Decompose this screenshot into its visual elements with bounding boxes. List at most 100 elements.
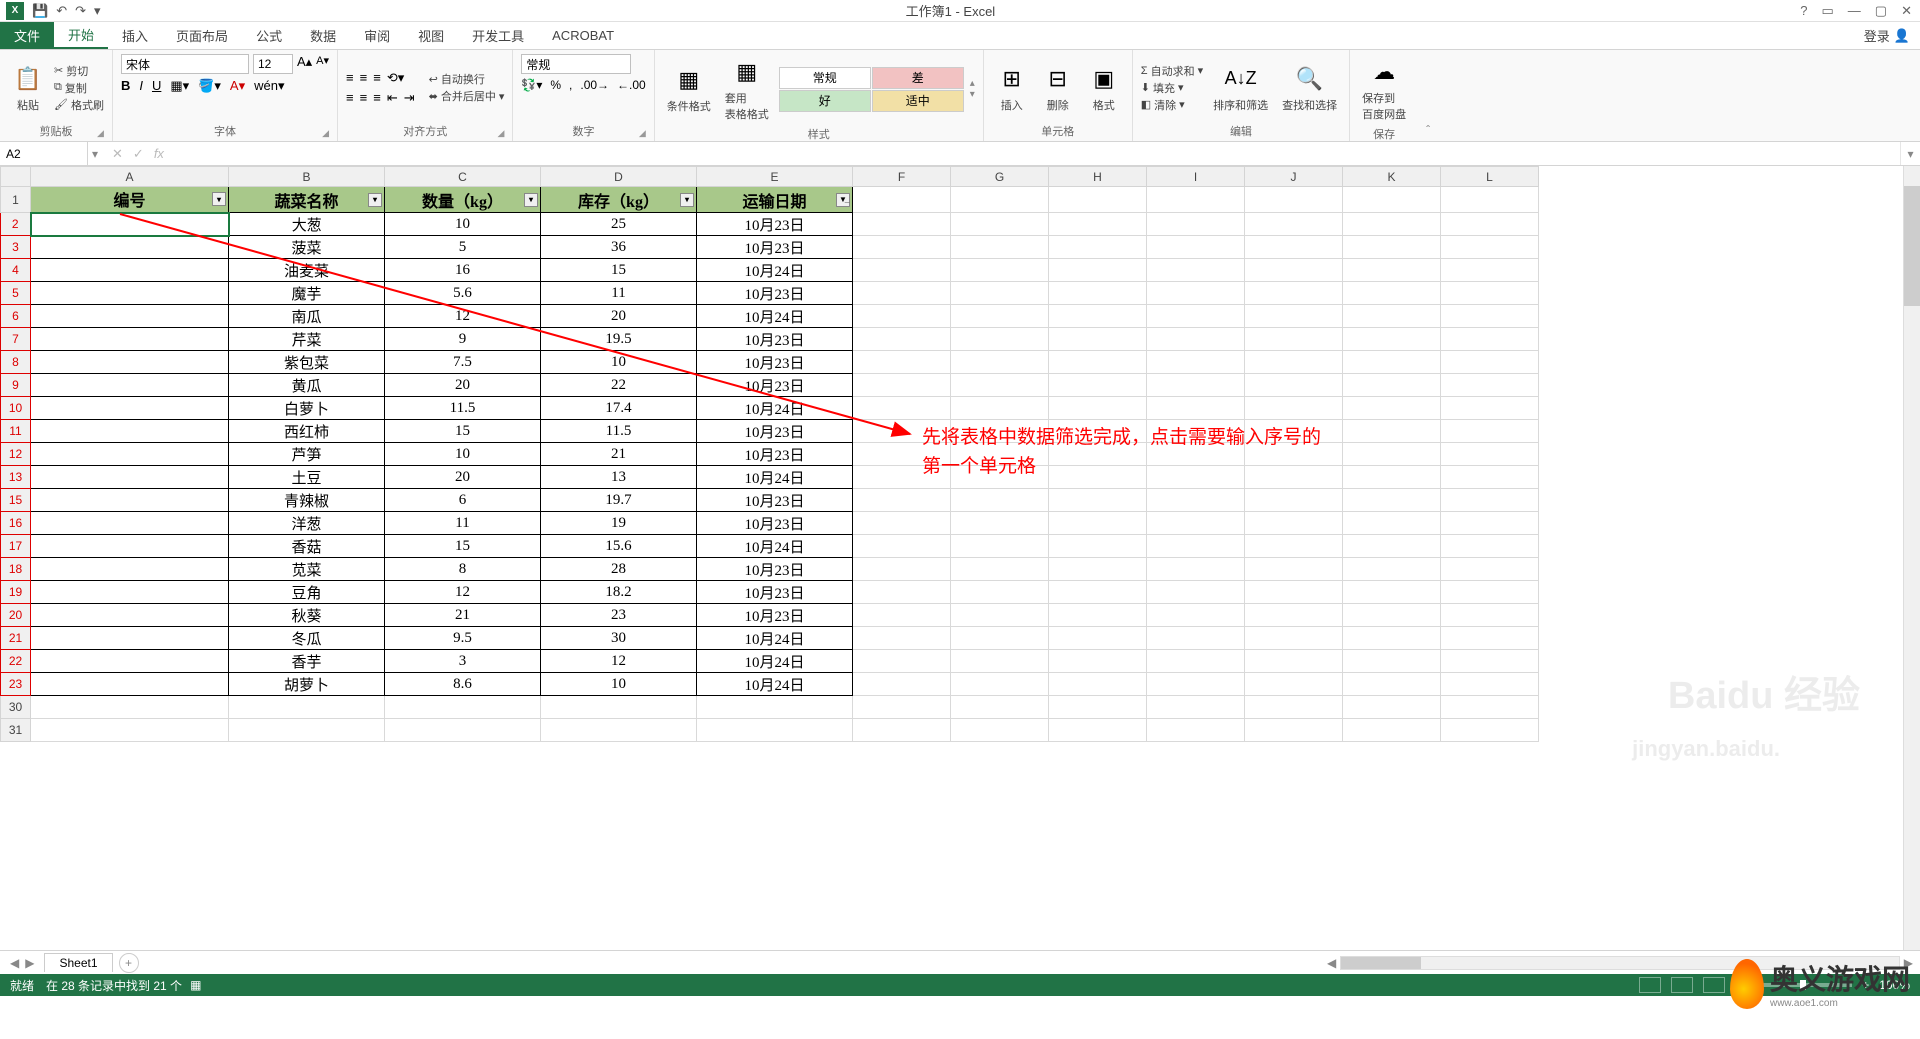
dialog-launcher-icon[interactable]: ◢ <box>322 128 329 139</box>
indent-decrease-icon[interactable]: ⇤ <box>387 90 398 106</box>
row-header-19[interactable]: 19 <box>1 581 31 604</box>
cell[interactable] <box>1049 305 1147 328</box>
cell[interactable] <box>853 627 951 650</box>
cell-B9[interactable]: 黄瓜 <box>229 374 385 397</box>
row-header-1[interactable]: 1 <box>1 187 31 213</box>
cell[interactable] <box>1049 604 1147 627</box>
cell[interactable] <box>1245 282 1343 305</box>
cell-styles-gallery[interactable]: 常规 差 好 适中 <box>779 67 964 112</box>
cell[interactable] <box>951 305 1049 328</box>
cancel-formula-icon[interactable]: ✕ <box>112 146 123 162</box>
ribbon-tab-审阅[interactable]: 审阅 <box>350 22 404 49</box>
cell[interactable] <box>951 213 1049 236</box>
cell-D12[interactable]: 21 <box>541 443 697 466</box>
cell-D20[interactable]: 23 <box>541 604 697 627</box>
cell-C20[interactable]: 21 <box>385 604 541 627</box>
cell-B19[interactable]: 豆角 <box>229 581 385 604</box>
cell[interactable] <box>853 282 951 305</box>
cell[interactable] <box>853 374 951 397</box>
minimize-icon[interactable]: — <box>1848 3 1861 19</box>
cell-E9[interactable]: 10月23日 <box>697 374 853 397</box>
cell-A2[interactable] <box>31 213 229 236</box>
cell[interactable] <box>1049 558 1147 581</box>
row-header-11[interactable]: 11 <box>1 420 31 443</box>
row-header-22[interactable]: 22 <box>1 650 31 673</box>
cell[interactable] <box>1049 696 1147 719</box>
cell-B20[interactable]: 秋葵 <box>229 604 385 627</box>
row-header-17[interactable]: 17 <box>1 535 31 558</box>
cell[interactable] <box>853 187 951 213</box>
cell[interactable] <box>1049 512 1147 535</box>
cell-E10[interactable]: 10月24日 <box>697 397 853 420</box>
cell[interactable] <box>31 696 229 719</box>
cell[interactable] <box>1441 187 1539 213</box>
cell[interactable] <box>1441 374 1539 397</box>
cell-B16[interactable]: 洋葱 <box>229 512 385 535</box>
cell-C13[interactable]: 20 <box>385 466 541 489</box>
cell[interactable] <box>1441 581 1539 604</box>
cell[interactable] <box>853 305 951 328</box>
cell[interactable] <box>541 719 697 742</box>
sheet-tab[interactable]: Sheet1 <box>44 953 112 972</box>
indent-increase-icon[interactable]: ⇥ <box>404 90 415 106</box>
cell-B22[interactable]: 香芋 <box>229 650 385 673</box>
cell[interactable] <box>1049 397 1147 420</box>
cell-D3[interactable]: 36 <box>541 236 697 259</box>
cell[interactable] <box>1245 259 1343 282</box>
cell-B5[interactable]: 魔芋 <box>229 282 385 305</box>
cell[interactable] <box>1343 466 1441 489</box>
cell[interactable] <box>853 673 951 696</box>
cell-A21[interactable] <box>31 627 229 650</box>
ribbon-tab-公式[interactable]: 公式 <box>242 22 296 49</box>
cell[interactable] <box>31 719 229 742</box>
qat-save-icon[interactable]: 💾 <box>32 3 48 19</box>
cell-D18[interactable]: 28 <box>541 558 697 581</box>
align-middle-icon[interactable]: ≡ <box>360 70 368 86</box>
cell[interactable] <box>1343 489 1441 512</box>
cell[interactable] <box>1147 236 1245 259</box>
cell-E20[interactable]: 10月23日 <box>697 604 853 627</box>
cell-E13[interactable]: 10月24日 <box>697 466 853 489</box>
cell[interactable] <box>385 719 541 742</box>
cell[interactable] <box>1343 673 1441 696</box>
cell-A22[interactable] <box>31 650 229 673</box>
cell[interactable] <box>1049 581 1147 604</box>
cell[interactable] <box>1343 719 1441 742</box>
cell[interactable] <box>1245 627 1343 650</box>
cell[interactable] <box>1147 282 1245 305</box>
cell[interactable] <box>951 535 1049 558</box>
cell[interactable] <box>1147 696 1245 719</box>
cell[interactable] <box>1147 719 1245 742</box>
cell[interactable] <box>1441 282 1539 305</box>
cell-A7[interactable] <box>31 328 229 351</box>
cell[interactable] <box>853 581 951 604</box>
border-button[interactable]: ▦▾ <box>170 78 189 94</box>
ribbon-options-icon[interactable]: ▭ <box>1822 3 1834 19</box>
cell[interactable] <box>1049 374 1147 397</box>
cell-A20[interactable] <box>31 604 229 627</box>
ribbon-tab-开始[interactable]: 开始 <box>54 22 108 49</box>
cell-C6[interactable]: 12 <box>385 305 541 328</box>
orientation-icon[interactable]: ⟲▾ <box>387 70 404 86</box>
cell[interactable] <box>1245 305 1343 328</box>
insert-button[interactable]: ⊞插入 <box>992 61 1032 115</box>
cell[interactable] <box>1147 259 1245 282</box>
format-painter-button[interactable]: 🖌格式刷 <box>54 97 104 113</box>
merge-center-button[interactable]: ⬌合并后居中▾ <box>429 88 505 104</box>
col-header-G[interactable]: G <box>951 167 1049 187</box>
cell[interactable] <box>1049 673 1147 696</box>
cell[interactable] <box>951 351 1049 374</box>
cell-B7[interactable]: 芹菜 <box>229 328 385 351</box>
cell-C12[interactable]: 10 <box>385 443 541 466</box>
decrease-decimal-icon[interactable]: ←.00 <box>617 78 646 92</box>
cell-A12[interactable] <box>31 443 229 466</box>
cell[interactable] <box>1441 397 1539 420</box>
cell-C21[interactable]: 9.5 <box>385 627 541 650</box>
save-baidu-button[interactable]: ☁保存到 百度网盘 <box>1358 54 1410 124</box>
cell[interactable] <box>1245 328 1343 351</box>
table-header-2[interactable]: 数量（kg）▾ <box>385 187 541 213</box>
delete-button[interactable]: ⊟删除 <box>1038 61 1078 115</box>
horizontal-scrollbar[interactable]: ◀▶ <box>139 956 1920 970</box>
dialog-launcher-icon[interactable]: ◢ <box>639 128 646 139</box>
cell-E11[interactable]: 10月23日 <box>697 420 853 443</box>
